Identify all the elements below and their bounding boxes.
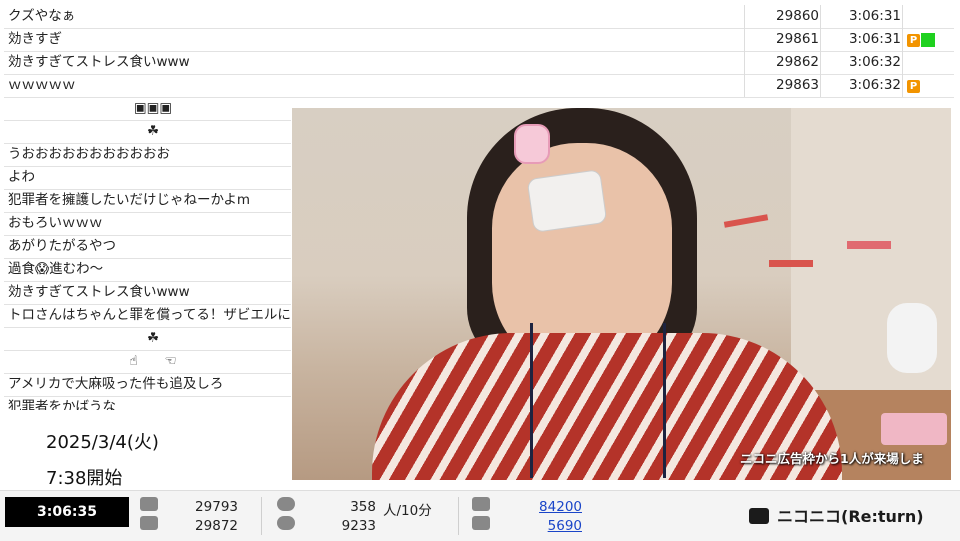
comment-row[interactable]: クズやなぁ 29860 3:06:31 [4, 5, 954, 29]
video-decor [769, 260, 813, 267]
elapsed-time: 3:06:35 [5, 497, 129, 527]
comment-number: 29862 [744, 51, 823, 74]
comment-badges [902, 51, 955, 74]
viewer-icon [277, 516, 295, 530]
viewer-total: 9233 [341, 518, 376, 534]
video-lanyard [530, 323, 666, 478]
premium-badge-icon: P [907, 80, 920, 93]
comment-row[interactable]: おもろいｗｗｗ [4, 212, 291, 236]
comment-row[interactable]: 効きすぎてストレス食いwww [4, 281, 291, 305]
comment-text: ｗｗｗｗｗ [8, 77, 76, 93]
ad-points-link[interactable]: 84200 [520, 499, 582, 515]
viewer-rate-icon [277, 497, 295, 511]
niconico-logo: ニコニコ(Re:turn) [749, 503, 924, 527]
broadcast-date-box: 2025/3/4(火) 7:38開始 [46, 425, 159, 497]
comment-count-b: 29872 [195, 518, 238, 534]
video-eye-patch [526, 169, 608, 233]
tv-icon [749, 508, 769, 524]
comment-row[interactable]: ☘ [4, 120, 291, 144]
comment-text: 犯罪者をかばうな [8, 399, 116, 410]
gift-icon [472, 516, 490, 530]
comment-text: 効きすぎ [8, 31, 62, 47]
comment-count-a: 29793 [195, 499, 238, 515]
comment-row[interactable]: 犯罪者をかばうな [4, 396, 291, 410]
premium-badge-icon: P [907, 34, 920, 47]
video-player[interactable]: ニコニ広告枠から1人が来場しま [292, 108, 951, 480]
comment-row[interactable]: よわ [4, 166, 291, 190]
comment-time: 3:06:31 [820, 28, 905, 51]
comment-time: 3:06:32 [820, 74, 905, 97]
comment-row[interactable]: ☝ ☜ [4, 350, 291, 374]
broadcast-date: 2025/3/4(火) [46, 432, 159, 453]
comments-icon [140, 516, 158, 530]
comment-row[interactable]: トロさんはちゃんと罪を償ってる！ザビエルにもした [4, 304, 295, 328]
comment-row[interactable]: 過食😱進むわ～ [4, 258, 291, 282]
comment-row[interactable]: 犯罪者を擁護したいだけじゃねーかよm [4, 189, 291, 213]
video-hair-clip [514, 124, 550, 164]
comment-row[interactable]: ▣▣▣ [4, 97, 291, 121]
comment-text: トロさんはちゃんと罪を償ってる！ザビエルにもした [8, 307, 295, 323]
comment-badges: P [902, 28, 955, 51]
gift-points-link[interactable]: 5690 [520, 518, 582, 534]
comment-row[interactable]: 効きすぎてストレス食いwww 29862 3:06:32 [4, 51, 954, 75]
comment-row[interactable]: うおおおおおおおおおおお [4, 143, 291, 167]
comment-row[interactable]: アメリカで大麻吸った件も追及しろ [4, 373, 291, 397]
status-bar: 3:06:35 29793 29872 358 人/10分 9233 84200… [0, 490, 960, 541]
comment-number: 29860 [744, 5, 823, 28]
comment-text: ▣▣▣ [133, 100, 173, 116]
video-decor [723, 214, 769, 228]
video-toy [887, 303, 937, 373]
comment-row[interactable]: ｗｗｗｗｗ 29863 3:06:32 P [4, 74, 954, 98]
comment-number: 29861 [744, 28, 823, 51]
viewer-rate: 358 [350, 499, 376, 515]
comment-time: 3:06:31 [820, 5, 905, 28]
comment-text: クズやなぁ [8, 8, 76, 24]
comment-badges [902, 5, 955, 28]
comment-number: 29863 [744, 74, 823, 97]
comment-badges: P [902, 74, 955, 97]
comment-icon [140, 497, 158, 511]
comment-text: 効きすぎてストレス食いwww [8, 54, 190, 70]
video-decor [847, 241, 891, 249]
comment-row[interactable]: ☘ [4, 327, 291, 351]
viewer-rate-unit: 人/10分 [383, 503, 432, 519]
comment-text: ☘ [146, 123, 160, 139]
divider [458, 497, 459, 535]
ad-icon [472, 497, 490, 511]
comment-text: ☘ [146, 330, 160, 346]
comment-row[interactable]: 効きすぎ 29861 3:06:31 P [4, 28, 954, 52]
green-badge-icon [921, 33, 935, 47]
ad-notification: ニコニ広告枠から1人が来場しま [740, 451, 924, 466]
divider [261, 497, 262, 535]
video-tray [881, 413, 947, 445]
logo-text: ニコニコ(Re:turn) [777, 507, 924, 526]
comment-text: ☝ ☜ [129, 353, 177, 369]
comment-time: 3:06:32 [820, 51, 905, 74]
comment-row[interactable]: あがりたがるやつ [4, 235, 291, 259]
